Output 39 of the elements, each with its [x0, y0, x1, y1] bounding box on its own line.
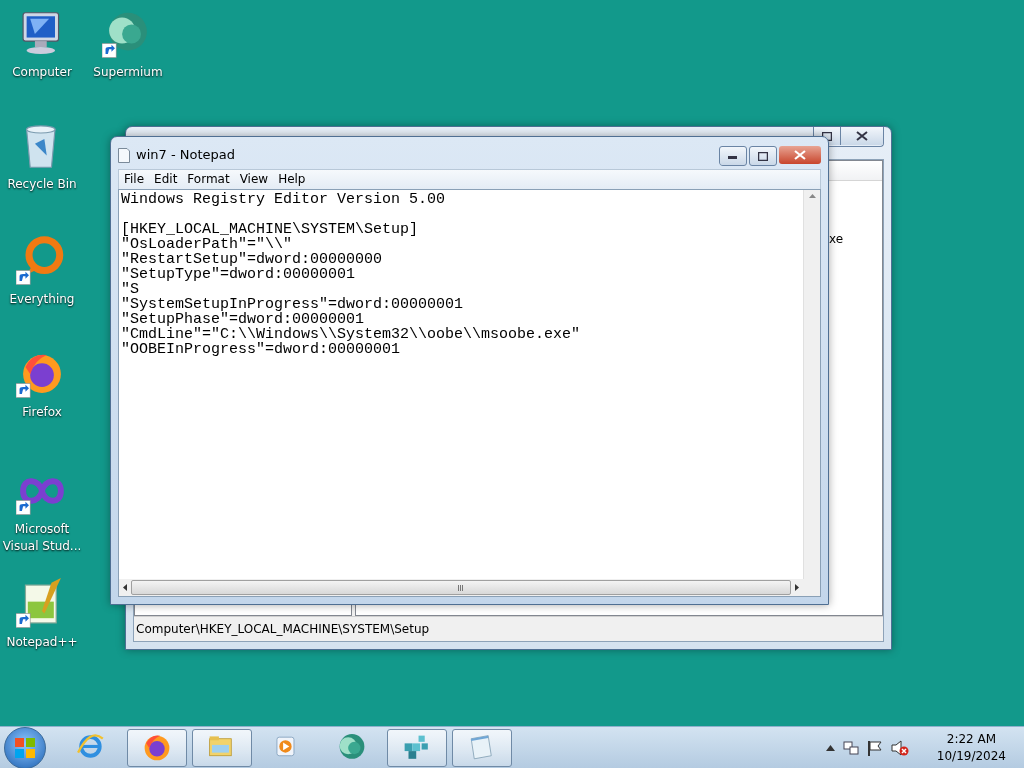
close-button[interactable]: [841, 127, 883, 145]
close-icon: [794, 150, 806, 160]
menu-item[interactable]: Format: [182, 170, 235, 189]
clock[interactable]: 2:22 AM 10/19/2024: [930, 730, 1012, 765]
flag-icon[interactable]: [866, 739, 883, 756]
speaker-muted-icon[interactable]: [890, 739, 909, 756]
vertical-scrollbar[interactable]: [803, 190, 820, 579]
taskbar-button[interactable]: [192, 728, 252, 767]
window-title: win7 - Notepad: [136, 147, 235, 162]
grip-icon: [458, 584, 464, 591]
menu-item[interactable]: Help: [273, 170, 311, 189]
desktop-shortcut[interactable]: Microsoft Visual Stud...: [2, 465, 82, 555]
value-data: xe: [829, 232, 844, 246]
maximize-icon: [758, 151, 768, 161]
close-icon: [856, 131, 868, 141]
desktop-shortcut[interactable]: Firefox: [2, 348, 82, 421]
menu-item[interactable]: Edit: [149, 170, 183, 189]
network-icon[interactable]: [842, 739, 859, 756]
desktop-shortcut[interactable]: Notepad++: [2, 578, 82, 651]
taskbar-button[interactable]: [127, 728, 187, 767]
start-button[interactable]: [4, 726, 46, 768]
menu-item[interactable]: File: [119, 170, 150, 189]
menu-item[interactable]: View: [234, 170, 274, 189]
windows-logo-icon: [15, 737, 35, 758]
arrow-up-icon[interactable]: [808, 194, 816, 198]
minimize-icon: [728, 153, 738, 159]
desktop-shortcut[interactable]: Recycle Bin: [2, 120, 82, 193]
status-bar: Computer\HKEY_LOCAL_MACHINE\SYSTEM\Setup: [134, 616, 883, 641]
arrow-right-icon[interactable]: [795, 584, 799, 591]
document-icon: [118, 148, 130, 163]
desktop-shortcut[interactable]: Computer: [2, 8, 82, 81]
desktop-shortcut[interactable]: Everything: [2, 235, 82, 308]
taskbar-button[interactable]: [387, 728, 447, 767]
desktop-shortcut[interactable]: Supermium: [88, 8, 168, 81]
taskbar-button[interactable]: [452, 728, 512, 767]
maximize-button[interactable]: [749, 146, 777, 166]
minimize-button[interactable]: [719, 146, 747, 166]
arrow-left-icon[interactable]: [123, 584, 127, 591]
show-hidden-icons-button[interactable]: [825, 744, 835, 751]
